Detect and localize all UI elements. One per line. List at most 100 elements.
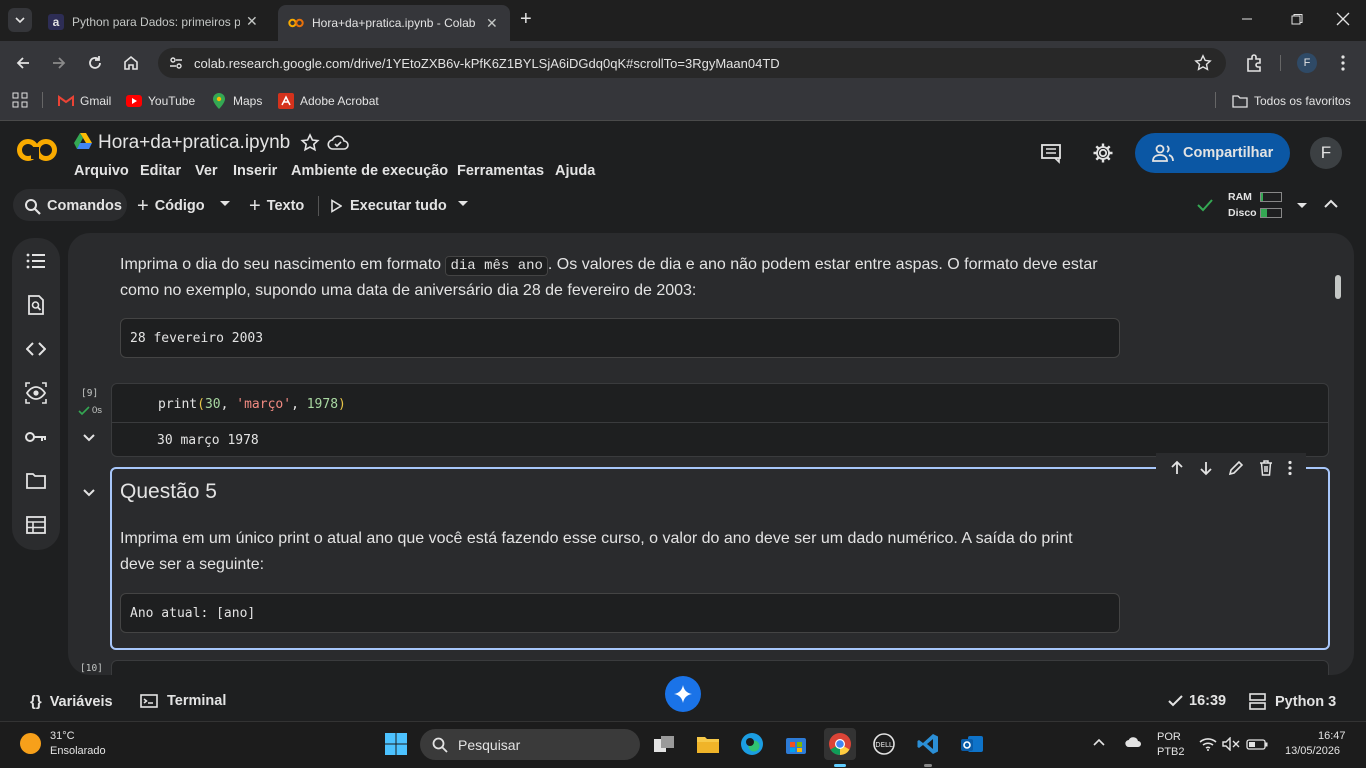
edge-icon[interactable]	[736, 728, 768, 760]
files-folder-icon[interactable]	[24, 469, 48, 493]
tray-chevron-up-icon[interactable]	[1093, 738, 1105, 746]
more-vert-icon[interactable]	[1334, 54, 1352, 72]
edit-pencil-icon[interactable]	[1228, 460, 1244, 476]
run-dropdown-icon[interactable]	[457, 200, 469, 208]
alura-icon: a	[48, 13, 64, 30]
volume-muted-icon[interactable]	[1222, 737, 1240, 751]
vscode-icon[interactable]	[912, 728, 944, 760]
menu-ambiente[interactable]: Ambiente de execução	[291, 163, 448, 179]
minimize-button[interactable]	[1240, 12, 1254, 26]
new-tab-button[interactable]: +	[520, 8, 532, 31]
tab-search-button[interactable]	[8, 8, 32, 32]
collapse-section-icon[interactable]	[83, 489, 95, 497]
close-icon[interactable]: ✕	[246, 13, 258, 30]
wifi-icon[interactable]	[1199, 737, 1217, 751]
cloud-sync-icon[interactable]	[1124, 735, 1142, 749]
menu-ver[interactable]: Ver	[195, 163, 218, 179]
star-icon[interactable]	[300, 133, 320, 153]
chevron-down-icon	[15, 17, 25, 24]
arrow-left-icon	[16, 57, 29, 69]
menu-editar[interactable]: Editar	[140, 163, 181, 179]
home-button[interactable]	[122, 54, 140, 72]
scrollbar-thumb[interactable]	[1335, 275, 1341, 299]
home-icon	[124, 55, 138, 70]
code-cell[interactable]	[111, 660, 1329, 675]
code-editor[interactable]: print(30, 'março', 1978)	[158, 397, 346, 412]
notebook-title[interactable]: Hora+da+pratica.ipynb	[98, 132, 290, 154]
sun-icon[interactable]	[20, 733, 41, 754]
code-cell[interactable]: print(30, 'março', 1978) 30 março 1978	[111, 383, 1329, 457]
language-label[interactable]: POR	[1157, 731, 1181, 743]
code-snippets-icon[interactable]	[24, 337, 48, 361]
cloud-saved-icon[interactable]	[327, 134, 349, 152]
last-run-status[interactable]: 16:39	[1168, 693, 1226, 709]
more-vert-icon[interactable]	[1287, 460, 1293, 476]
forward-button[interactable]	[50, 54, 68, 72]
menu-arquivo[interactable]: Arquivo	[74, 163, 129, 179]
weather-temp[interactable]: 31°C	[50, 730, 75, 742]
site-settings-icon[interactable]	[168, 55, 184, 71]
find-in-notebook-icon[interactable]	[24, 293, 48, 317]
avatar[interactable]: F	[1310, 137, 1342, 169]
bookmark-maps[interactable]: Maps	[211, 93, 262, 109]
battery-icon[interactable]	[1246, 739, 1268, 750]
menu-inserir[interactable]: Inserir	[233, 163, 277, 179]
add-text-button[interactable]: + Texto	[249, 195, 304, 217]
tab-colab[interactable]: Hora+da+pratica.ipynb - Colab ✕	[278, 5, 510, 41]
ram-meter[interactable]	[1260, 192, 1282, 202]
commands-button[interactable]: Comandos	[24, 196, 122, 216]
run-all-button[interactable]: Executar tudo	[330, 196, 447, 216]
file-explorer-icon[interactable]	[692, 728, 724, 760]
close-window-button[interactable]	[1336, 12, 1350, 26]
colab-logo[interactable]	[16, 137, 58, 163]
resources-dropdown-icon[interactable]	[1296, 202, 1308, 210]
gemini-button[interactable]	[665, 676, 701, 712]
task-view-icon[interactable]	[648, 728, 680, 760]
markdown-cell-1[interactable]: Imprima o dia do seu nascimento em forma…	[120, 252, 1140, 279]
key-icon[interactable]	[24, 425, 48, 449]
dell-icon[interactable]: DELL	[868, 728, 900, 760]
clock-time[interactable]: 16:47	[1318, 730, 1346, 742]
taskbar-search[interactable]: Pesquisar	[420, 729, 640, 760]
bookmark-star-icon[interactable]	[1194, 54, 1212, 72]
outlook-icon[interactable]	[956, 728, 988, 760]
apps-grid-icon[interactable]	[12, 92, 28, 108]
share-button[interactable]: Compartilhar	[1135, 133, 1290, 173]
runtime-button[interactable]: Python 3	[1249, 693, 1336, 710]
all-bookmarks[interactable]: Todos os favoritos	[1232, 93, 1351, 109]
tab-alura[interactable]: a Python para Dados: primeiros p ✕	[38, 6, 272, 37]
bookmark-label: Todos os favoritos	[1254, 94, 1351, 108]
comments-icon[interactable]	[1040, 142, 1062, 164]
restore-button[interactable]	[1290, 13, 1304, 27]
add-code-button[interactable]: + Código	[137, 195, 205, 217]
bookmark-gmail[interactable]: Gmail	[58, 93, 111, 109]
data-table-icon[interactable]	[24, 513, 48, 537]
settings-gear-icon[interactable]	[1092, 142, 1114, 164]
reload-button[interactable]	[86, 54, 104, 72]
table-of-contents-icon[interactable]	[24, 249, 48, 273]
windows-start-icon[interactable]	[380, 728, 412, 760]
terminal-button[interactable]: Terminal	[140, 693, 226, 709]
collapse-header-icon[interactable]	[1324, 199, 1338, 209]
menu-ferramentas[interactable]: Ferramentas	[457, 163, 544, 179]
close-icon[interactable]: ✕	[486, 15, 498, 32]
variables-button[interactable]: {} Variáveis	[30, 693, 113, 710]
code-dropdown-icon[interactable]	[219, 200, 231, 208]
active-app-indicator	[834, 764, 846, 767]
secrets-eye-icon[interactable]	[24, 381, 48, 405]
move-up-icon[interactable]	[1169, 460, 1185, 476]
delete-trash-icon[interactable]	[1258, 460, 1274, 476]
disk-meter[interactable]	[1260, 208, 1282, 218]
move-down-icon[interactable]	[1198, 460, 1214, 476]
extensions-icon[interactable]	[1244, 53, 1264, 73]
menu-ajuda[interactable]: Ajuda	[555, 163, 595, 179]
collapse-output-icon[interactable]	[83, 434, 95, 442]
microsoft-store-icon[interactable]	[780, 728, 812, 760]
chrome-icon[interactable]	[824, 728, 856, 760]
bookmark-acrobat[interactable]: Adobe Acrobat	[278, 93, 379, 109]
profile-avatar[interactable]: F	[1297, 53, 1317, 73]
url-bar[interactable]: colab.research.google.com/drive/1YEtoZXB…	[158, 48, 1226, 78]
run-status[interactable]: 0s	[78, 405, 102, 416]
bookmark-youtube[interactable]: YouTube	[126, 93, 195, 109]
back-button[interactable]	[14, 54, 32, 72]
